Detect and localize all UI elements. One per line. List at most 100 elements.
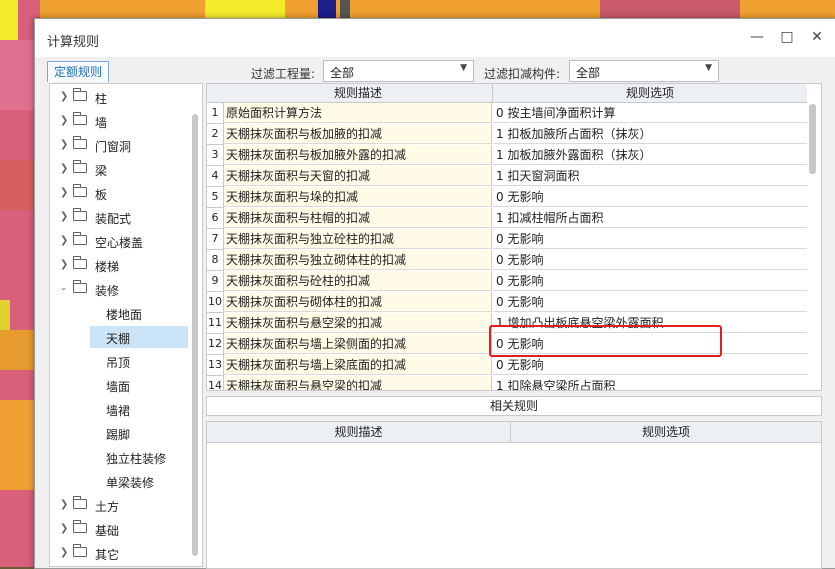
row-number: 3 <box>207 145 224 166</box>
table-row[interactable]: 14 天棚抹灰面积与悬空梁的扣减 1 扣除悬空梁所占面积 <box>207 376 807 390</box>
chevron-down-icon[interactable]: ⌄ <box>60 283 70 295</box>
column-header-option[interactable]: 规则选项 <box>493 84 807 102</box>
related-rules-table: 规则描述 规则选项 <box>206 421 822 569</box>
folder-icon <box>73 232 87 245</box>
rule-option[interactable]: 0 按主墙间净面积计算 <box>493 103 807 123</box>
related-column-header-description[interactable]: 规则描述 <box>207 422 511 442</box>
tree-item-other[interactable]: ❯ 其它 <box>50 542 190 564</box>
chevron-right-icon[interactable]: ❯ <box>60 187 70 199</box>
rule-description: 天棚抹灰面积与墙上梁底面的扣减 <box>224 355 492 375</box>
column-header-description[interactable]: 规则描述 <box>224 84 493 102</box>
row-number: 10 <box>207 292 224 313</box>
row-number: 8 <box>207 250 224 271</box>
tree-child-label: 吊顶 <box>106 356 131 370</box>
tree-scrollbar[interactable] <box>192 114 198 556</box>
chevron-right-icon[interactable]: ❯ <box>60 547 70 559</box>
chevron-right-icon[interactable]: ❯ <box>60 499 70 511</box>
rule-option[interactable]: 1 加板加腋外露面积（抹灰） <box>493 145 807 165</box>
table-row[interactable]: 5 天棚抹灰面积与垛的扣减 0 无影响 <box>207 187 807 208</box>
folder-icon <box>73 112 87 125</box>
minimize-icon[interactable]: — <box>747 27 767 47</box>
tree-child-suspended-ceiling[interactable]: 吊顶 <box>90 350 188 372</box>
rule-option[interactable]: 0 无影响 <box>493 271 807 291</box>
tree-item-label: 装修 <box>95 284 120 298</box>
tree-child-label: 单梁装修 <box>106 476 155 490</box>
tree-child-skirting[interactable]: 踢脚 <box>90 422 188 444</box>
tree-child-label: 楼地面 <box>106 308 143 322</box>
table-row[interactable]: 4 天棚抹灰面积与天窗的扣减 1 扣天窗洞面积 <box>207 166 807 187</box>
rule-option[interactable]: 1 扣板加腋所占面积（抹灰） <box>493 124 807 144</box>
table-row[interactable]: 1 原始面积计算方法 0 按主墙间净面积计算 <box>207 103 807 124</box>
tree-item-earthwork[interactable]: ❯ 土方 <box>50 494 190 516</box>
chevron-right-icon[interactable]: ❯ <box>60 523 70 535</box>
tree-item-label: 梁 <box>95 164 108 178</box>
rule-option[interactable]: 1 扣减柱帽所占面积 <box>493 208 807 228</box>
tree-item-label: 柱 <box>95 92 108 106</box>
maximize-icon[interactable]: □ <box>777 27 797 47</box>
tree-child-beam-finish[interactable]: 单梁装修 <box>90 470 188 492</box>
filter-component-select[interactable]: 全部 ▼ <box>569 60 719 82</box>
row-number: 7 <box>207 229 224 250</box>
tree-item-label: 其它 <box>95 548 120 562</box>
tree-child-dado[interactable]: 墙裙 <box>90 398 188 420</box>
rule-option[interactable]: 1 扣除悬空梁所占面积 <box>493 376 807 390</box>
rule-option[interactable]: 0 无影响 <box>493 292 807 312</box>
related-rules-button[interactable]: 相关规则 <box>206 396 822 416</box>
tree-item-foundation[interactable]: ❯ 基础 <box>50 518 190 540</box>
toolbar: 定额规则 过滤工程量: 全部 ▼ 过滤扣减构件: 全部 ▼ <box>35 57 835 85</box>
chevron-right-icon[interactable]: ❯ <box>60 259 70 271</box>
filter-component-value: 全部 <box>576 66 601 80</box>
tree-item-door-window[interactable]: ❯ 门窗洞 <box>50 134 190 156</box>
tree-child-label: 天棚 <box>106 332 131 346</box>
rule-option[interactable]: 1 扣天窗洞面积 <box>493 166 807 186</box>
tree-child-label: 独立柱装修 <box>106 452 167 466</box>
tree-item-prefab[interactable]: ❯ 装配式 <box>50 206 190 228</box>
tree-item-label: 门窗洞 <box>95 140 132 154</box>
rule-option[interactable]: 0 无影响 <box>493 355 807 375</box>
tree-child-ceiling[interactable]: 天棚 <box>90 326 188 348</box>
tree-item-label: 板 <box>95 188 108 202</box>
table-row[interactable]: 2 天棚抹灰面积与板加腋的扣减 1 扣板加腋所占面积（抹灰） <box>207 124 807 145</box>
chevron-right-icon[interactable]: ❯ <box>60 91 70 103</box>
row-number: 12 <box>207 334 224 355</box>
folder-icon <box>73 496 87 509</box>
tree-item-wall[interactable]: ❯ 墙 <box>50 110 190 132</box>
tree-item-column[interactable]: ❯ 柱 <box>50 86 190 108</box>
table-row[interactable]: 7 天棚抹灰面积与独立砼柱的扣减 0 无影响 <box>207 229 807 250</box>
filter-project-label: 过滤工程量: <box>251 67 316 81</box>
tree-child-floor[interactable]: 楼地面 <box>90 302 188 324</box>
rule-option[interactable]: 0 无影响 <box>493 250 807 270</box>
rule-option[interactable]: 0 无影响 <box>493 187 807 207</box>
table-row[interactable]: 9 天棚抹灰面积与砼柱的扣减 0 无影响 <box>207 271 807 292</box>
folder-icon <box>73 136 87 149</box>
rule-description: 天棚抹灰面积与砼柱的扣减 <box>224 271 492 291</box>
chevron-right-icon[interactable]: ❯ <box>60 211 70 223</box>
tree-child-column-finish[interactable]: 独立柱装修 <box>90 446 188 468</box>
table-row[interactable]: 8 天棚抹灰面积与独立砌体柱的扣减 0 无影响 <box>207 250 807 271</box>
chevron-right-icon[interactable]: ❯ <box>60 139 70 151</box>
tree-item-slab[interactable]: ❯ 板 <box>50 182 190 204</box>
table-row[interactable]: 10 天棚抹灰面积与砌体柱的扣减 0 无影响 <box>207 292 807 313</box>
close-icon[interactable]: ✕ <box>807 27 827 47</box>
tree-item-decoration[interactable]: ⌄ 装修 <box>50 278 190 300</box>
rule-option[interactable]: 0 无影响 <box>493 229 807 249</box>
tree-item-stairs[interactable]: ❯ 楼梯 <box>50 254 190 276</box>
rule-description: 天棚抹灰面积与独立砌体柱的扣减 <box>224 250 492 270</box>
chevron-right-icon[interactable]: ❯ <box>60 115 70 127</box>
tab-quota-rules[interactable]: 定额规则 <box>47 61 109 82</box>
row-number: 14 <box>207 376 224 390</box>
table-row[interactable]: 3 天棚抹灰面积与板加腋外露的扣减 1 加板加腋外露面积（抹灰） <box>207 145 807 166</box>
rule-description: 天棚抹灰面积与墙上梁侧面的扣减 <box>224 334 492 354</box>
chevron-right-icon[interactable]: ❯ <box>60 163 70 175</box>
rules-table-scrollbar[interactable] <box>809 104 816 174</box>
tree-child-wall-surface[interactable]: 墙面 <box>90 374 188 396</box>
related-column-header-option[interactable]: 规则选项 <box>511 422 821 442</box>
rule-description: 天棚抹灰面积与板加腋的扣减 <box>224 124 492 144</box>
filter-project-select[interactable]: 全部 ▼ <box>323 60 474 82</box>
table-row[interactable]: 6 天棚抹灰面积与柱帽的扣减 1 扣减柱帽所占面积 <box>207 208 807 229</box>
table-row[interactable]: 13 天棚抹灰面积与墙上梁底面的扣减 0 无影响 <box>207 355 807 376</box>
tree-item-beam[interactable]: ❯ 梁 <box>50 158 190 180</box>
highlight-box <box>489 325 722 357</box>
chevron-right-icon[interactable]: ❯ <box>60 235 70 247</box>
tree-item-hollow-floor[interactable]: ❯ 空心楼盖 <box>50 230 190 252</box>
